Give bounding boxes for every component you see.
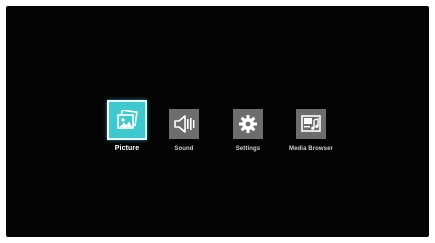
menu-item-label: Settings bbox=[235, 146, 261, 152]
menu-item-media-browser[interactable]: Media Browser bbox=[276, 109, 346, 152]
main-menu: Picture Sound Settings Media Browser bbox=[6, 6, 429, 237]
sound-tile[interactable] bbox=[169, 109, 199, 139]
gear-icon bbox=[238, 114, 258, 134]
speaker-icon bbox=[173, 115, 195, 133]
menu-item-label: Sound bbox=[174, 146, 194, 152]
settings-tile[interactable] bbox=[233, 109, 263, 139]
menu-item-label: Media Browser bbox=[289, 146, 333, 152]
tv-screen: Picture Sound Settings Media Browser bbox=[6, 6, 429, 237]
picture-tile[interactable] bbox=[107, 100, 147, 140]
menu-item-sound[interactable]: Sound bbox=[149, 109, 219, 152]
menu-item-settings[interactable]: Settings bbox=[213, 109, 283, 152]
media-browser-tile[interactable] bbox=[296, 109, 326, 139]
picture-icon bbox=[116, 110, 138, 130]
media-browser-icon bbox=[300, 114, 322, 134]
